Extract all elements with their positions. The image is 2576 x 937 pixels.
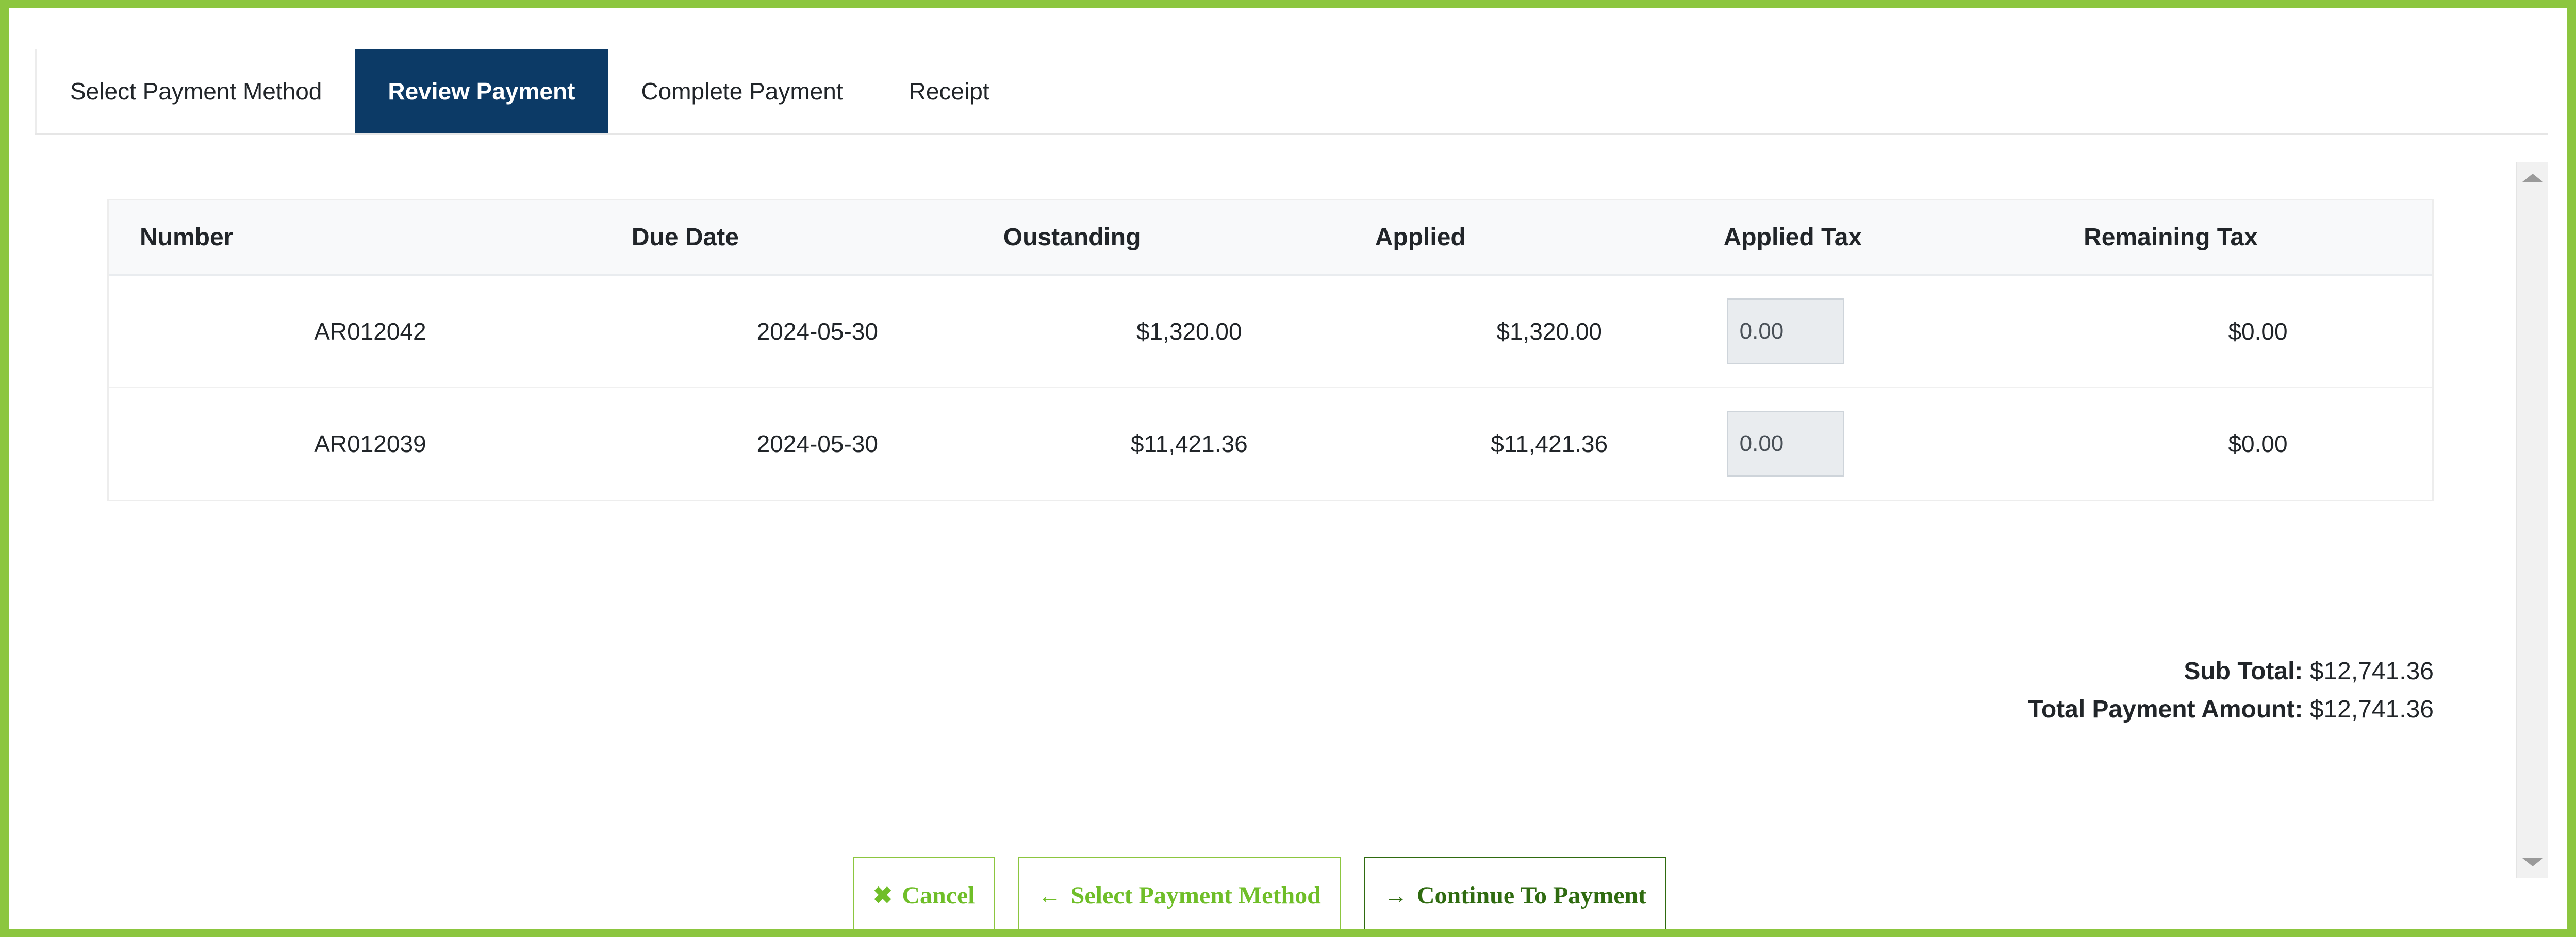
column-header-remaining-tax: Remaining Tax <box>2084 200 2432 275</box>
cancel-button-label: Cancel <box>902 883 975 908</box>
cell-applied: $1,320.00 <box>1375 275 1724 388</box>
tab-complete-payment[interactable]: Complete Payment <box>608 49 876 133</box>
total-payment-value: $12,741.36 <box>2310 696 2434 723</box>
cell-due-date: 2024-05-30 <box>632 388 1003 500</box>
tab-review-payment[interactable]: Review Payment <box>355 49 608 133</box>
total-payment-label: Total Payment Amount: <box>2028 696 2303 723</box>
continue-to-payment-button-label: Continue To Payment <box>1417 883 1646 908</box>
arrow-left-icon: ← <box>1038 884 1062 908</box>
column-header-number: Number <box>109 200 632 275</box>
action-button-bar: ✖ Cancel ← Select Payment Method → Conti… <box>35 857 2484 929</box>
tab-label: Review Payment <box>388 79 575 103</box>
select-payment-method-button[interactable]: ← Select Payment Method <box>1018 857 1341 929</box>
page-surface: Select Payment Method Review Payment Com… <box>9 8 2567 929</box>
sub-total-row: Sub Total: $12,741.36 <box>2028 652 2434 691</box>
tab-strip: Select Payment Method Review Payment Com… <box>35 49 1022 133</box>
review-payment-panel: Number Due Date Oustanding Applied Appli… <box>35 137 2548 929</box>
tab-select-payment-method[interactable]: Select Payment Method <box>35 49 355 133</box>
continue-to-payment-button[interactable]: → Continue To Payment <box>1364 857 1666 929</box>
cell-due-date: 2024-05-30 <box>632 275 1003 388</box>
invoice-table: Number Due Date Oustanding Applied Appli… <box>109 200 2432 500</box>
vertical-scrollbar[interactable] <box>2516 162 2548 878</box>
applied-tax-input[interactable] <box>1727 411 1844 477</box>
cell-number: AR012039 <box>109 388 632 500</box>
totals-summary: Sub Total: $12,741.36 Total Payment Amou… <box>2028 652 2434 729</box>
column-header-outstanding: Oustanding <box>1003 200 1375 275</box>
applied-tax-input[interactable] <box>1727 298 1844 364</box>
cell-applied-tax <box>1724 388 2084 500</box>
close-icon: ✖ <box>873 884 893 908</box>
app-frame: Select Payment Method Review Payment Com… <box>0 0 2576 937</box>
cell-outstanding: $1,320.00 <box>1003 275 1375 388</box>
sub-total-value: $12,741.36 <box>2310 658 2434 685</box>
arrow-right-icon: → <box>1384 884 1408 908</box>
invoice-table-card: Number Due Date Oustanding Applied Appli… <box>107 199 2434 501</box>
scrollable-content: Number Due Date Oustanding Applied Appli… <box>35 137 2516 929</box>
select-payment-method-button-label: Select Payment Method <box>1071 883 1321 908</box>
invoice-table-body: AR012042 2024-05-30 $1,320.00 $1,320.00 … <box>109 275 2432 500</box>
cell-outstanding: $11,421.36 <box>1003 388 1375 500</box>
column-header-applied: Applied <box>1375 200 1724 275</box>
invoice-table-head: Number Due Date Oustanding Applied Appli… <box>109 200 2432 275</box>
payment-wizard-tabs: Select Payment Method Review Payment Com… <box>35 39 2548 135</box>
cell-number: AR012042 <box>109 275 632 388</box>
column-header-due-date: Due Date <box>632 200 1003 275</box>
scroll-up-button[interactable] <box>2517 163 2548 193</box>
total-payment-row: Total Payment Amount: $12,741.36 <box>2028 691 2434 729</box>
table-row: AR012042 2024-05-30 $1,320.00 $1,320.00 … <box>109 275 2432 388</box>
cancel-button[interactable]: ✖ Cancel <box>853 857 995 929</box>
column-header-applied-tax: Applied Tax <box>1724 200 2084 275</box>
tab-label: Select Payment Method <box>70 79 322 103</box>
cell-applied-tax <box>1724 275 2084 388</box>
tab-label: Complete Payment <box>641 79 843 103</box>
chevron-down-icon <box>2522 858 2543 866</box>
tab-receipt[interactable]: Receipt <box>876 49 1022 133</box>
cell-applied: $11,421.36 <box>1375 388 1724 500</box>
cell-remaining-tax: $0.00 <box>2084 275 2432 388</box>
scroll-down-button[interactable] <box>2517 847 2548 877</box>
table-row: AR012039 2024-05-30 $11,421.36 $11,421.3… <box>109 388 2432 500</box>
table-header-row: Number Due Date Oustanding Applied Appli… <box>109 200 2432 275</box>
cell-remaining-tax: $0.00 <box>2084 388 2432 500</box>
sub-total-label: Sub Total: <box>2184 658 2303 685</box>
tab-label: Receipt <box>909 79 989 103</box>
chevron-up-icon <box>2522 174 2543 182</box>
